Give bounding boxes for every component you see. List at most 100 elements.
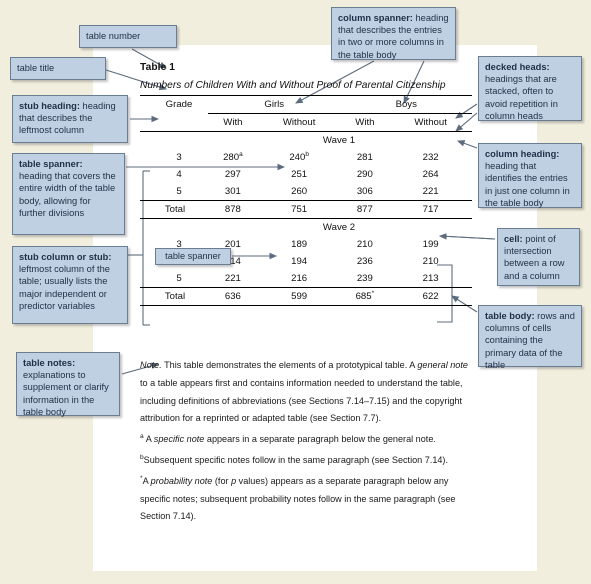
callout-stub-column-desc: leftmost column of the table; usually li… <box>19 264 110 311</box>
column-spanner-boys: Boys <box>340 95 472 114</box>
data-cell: 221 <box>224 273 241 284</box>
table-total-row: Total 878 751 877 717 <box>140 201 472 219</box>
callout-table-spanner-inline-label: table spanner <box>165 251 221 262</box>
table-row: 4 297 251 290 264 <box>140 166 472 183</box>
specific-note-a-italic: specific note <box>153 434 205 445</box>
callout-table-spanner-desc: heading that covers the entire width of … <box>19 171 116 218</box>
data-cell: 213 <box>422 273 439 284</box>
data-cell: 210 <box>356 239 373 250</box>
data-cell: 878 <box>224 204 241 215</box>
data-cell: 622 <box>422 291 439 302</box>
data-cell: 751 <box>291 204 308 215</box>
callout-table-body-term: table body: <box>485 311 535 321</box>
specific-note-b: bSubsequent specific notes follow in the… <box>140 449 478 470</box>
callout-column-heading-desc: heading that identifies the entries in j… <box>485 161 570 208</box>
callout-cell: cell: point of intersection between a ro… <box>497 228 580 286</box>
data-cell: 264 <box>422 169 439 180</box>
data-cell: 189 <box>291 239 308 250</box>
probability-note-text-1: A <box>142 475 151 486</box>
callout-stub-heading: stub heading: heading that describes the… <box>12 95 128 143</box>
column-heading-boys-with: With <box>355 117 375 128</box>
probability-note-text-2: (for <box>212 475 232 486</box>
column-spanner-girls: Girls <box>208 95 341 114</box>
table-row: 5 221 216 239 213 <box>140 270 472 288</box>
callout-column-spanner-term: column spanner: <box>338 13 413 23</box>
probability-note: *A probability note (for p values) appea… <box>140 470 478 526</box>
callout-table-notes-term: table notes: <box>23 358 76 368</box>
data-cell: 290 <box>356 169 373 180</box>
data-cell: 251 <box>291 169 308 180</box>
data-cell: 239 <box>356 273 373 284</box>
data-cell: 194 <box>291 256 308 267</box>
table-spanner-row-wave1: Wave 1 <box>140 132 472 150</box>
data-cell: 685* <box>340 288 389 306</box>
data-cell: 199 <box>422 239 439 250</box>
table-row: 5 301 260 306 221 <box>140 183 472 201</box>
probability-note-italic: probability note <box>150 475 213 486</box>
general-note-text-2: to a table appears first and contains in… <box>140 377 463 424</box>
data-cell: 210 <box>422 256 439 267</box>
data-cell: 306 <box>356 186 373 197</box>
callout-table-spanner-term: table spanner: <box>19 159 83 169</box>
callout-stub-heading-term: stub heading: <box>19 101 80 111</box>
callout-stub-column-term: stub column or stub: <box>19 252 112 262</box>
data-cell: 599 <box>291 291 308 302</box>
callout-table-body: table body: rows and columns of cells co… <box>478 305 582 370</box>
data-cell: 240b <box>258 149 341 166</box>
cell-value: 280 <box>223 152 240 164</box>
stub-cell: 3 <box>176 152 182 163</box>
general-note: Note. This table demonstrates the elemen… <box>140 357 478 428</box>
specific-note-marker: a <box>239 151 243 159</box>
table-spanner-row-wave2: Wave 2 <box>140 219 472 237</box>
table-title: Numbers of Children With and Without Pro… <box>140 80 446 91</box>
data-cell: 232 <box>422 152 439 163</box>
stub-cell-total: Total <box>164 204 186 215</box>
callout-column-spanner: column spanner: heading that describes t… <box>331 7 456 60</box>
data-cell: 236 <box>356 256 373 267</box>
table-spanner-label-wave2: Wave 2 <box>322 222 356 233</box>
data-cell: 221 <box>422 186 439 197</box>
callout-table-title: table title <box>10 57 106 80</box>
figure-canvas: Table 1 Numbers of Children With and Wit… <box>0 0 591 584</box>
specific-note-marker: b <box>305 151 309 159</box>
table-header-spanner-row: Grade Girls Boys <box>140 95 472 114</box>
cell-value: 685 <box>355 291 372 303</box>
specific-note-a-text-1: A <box>143 434 154 445</box>
specific-note-a: a A specific note appears in a separate … <box>140 428 478 449</box>
stub-cell-total: Total <box>164 291 186 302</box>
data-cell: 280a <box>208 149 258 166</box>
apa-sample-table: Table 1 Numbers of Children With and Wit… <box>140 62 472 306</box>
callout-cell-term: cell: <box>504 234 523 244</box>
table-notes-block: Note. This table demonstrates the elemen… <box>140 357 478 526</box>
cell-value: 240 <box>289 152 306 164</box>
data-cell: 717 <box>422 204 439 215</box>
callout-table-notes: table notes: explanations to supplement … <box>16 352 120 417</box>
stub-spacer <box>140 114 208 132</box>
stub-heading-cell: Grade <box>140 95 208 114</box>
stub-cell: 4 <box>176 169 182 180</box>
callout-table-spanner-inline: table spanner <box>155 248 231 265</box>
callout-table-number: table number <box>79 25 177 48</box>
table-total-row: Total 636 599 685* 622 <box>140 288 472 306</box>
data-cell: 301 <box>224 186 241 197</box>
general-note-text-1: This table demonstrates the elements of … <box>161 360 418 370</box>
stub-cell: 5 <box>176 273 182 284</box>
table-number: Table 1 <box>140 62 176 73</box>
callout-decked-heads-desc: headings that are stacked, often to avoi… <box>485 74 558 121</box>
callout-table-title-label: table title <box>17 63 55 74</box>
data-cell: 636 <box>224 291 241 302</box>
callout-table-notes-desc: explanations to supplement or clarify in… <box>23 370 109 417</box>
callout-table-spanner: table spanner: heading that covers the e… <box>12 153 125 235</box>
data-cell: 877 <box>356 204 373 215</box>
general-note-italic: general note <box>417 360 468 370</box>
column-heading-boys-without: Without <box>414 117 447 128</box>
data-cell: 297 <box>224 169 241 180</box>
data-cell: 281 <box>356 152 373 163</box>
column-heading-girls-with: With <box>223 117 243 128</box>
table-spanner-label-wave1: Wave 1 <box>322 135 356 146</box>
callout-stub-column: stub column or stub: leftmost column of … <box>12 246 128 324</box>
table-header-column-row: With Without With Without <box>140 114 472 132</box>
callout-decked-heads-term: decked heads: <box>485 62 550 72</box>
column-heading-girls-without: Without <box>282 117 316 128</box>
data-cell: 216 <box>291 273 308 284</box>
